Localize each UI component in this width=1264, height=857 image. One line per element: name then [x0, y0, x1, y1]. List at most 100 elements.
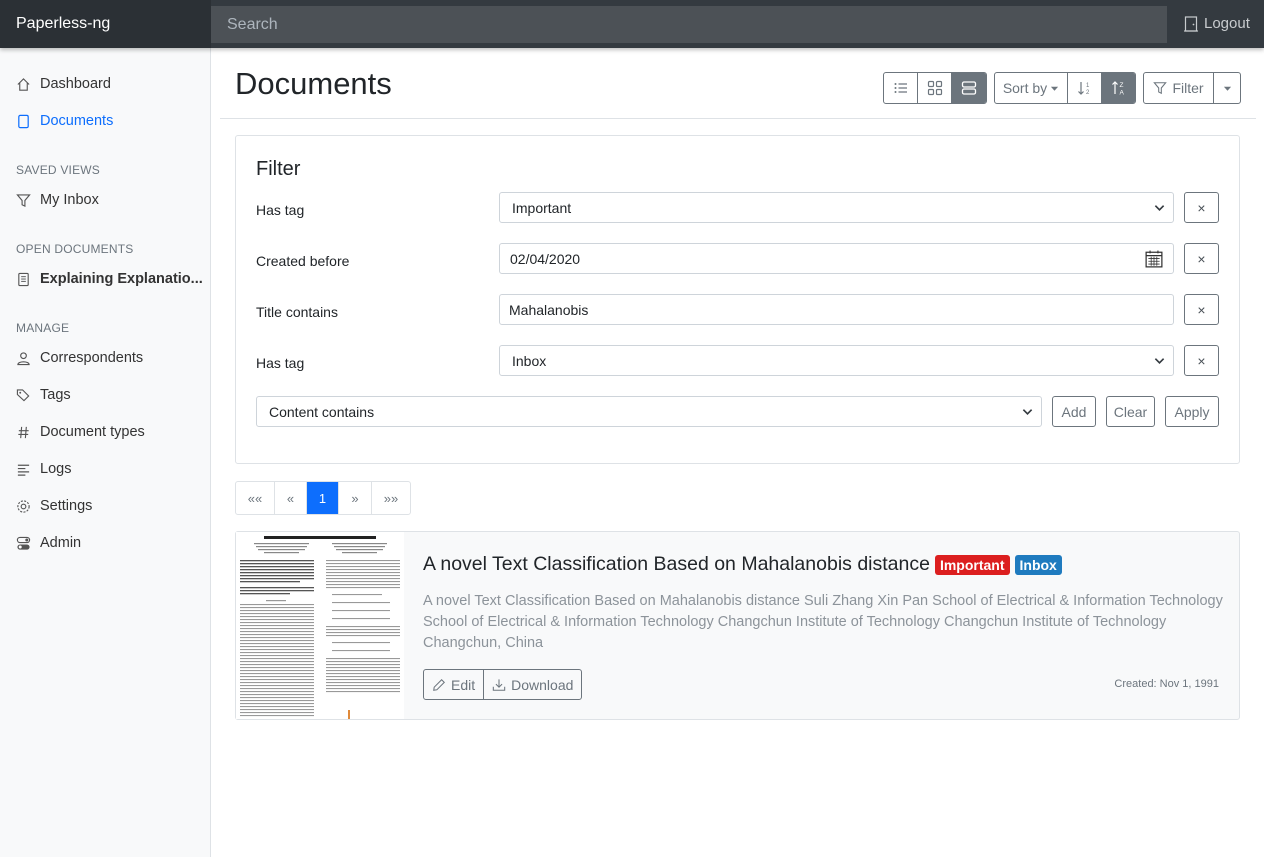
select-value: Content contains — [269, 403, 375, 420]
sort-numeric-down-icon: 12 — [1077, 82, 1090, 96]
remove-rule-button[interactable]: × — [1184, 192, 1219, 223]
sidebar-item-tags[interactable]: Tags — [16, 385, 71, 405]
document-page-thumbnail — [236, 532, 404, 719]
grid-icon — [927, 80, 942, 96]
svg-text:A: A — [1119, 90, 1124, 97]
file-icon — [18, 114, 29, 128]
sort-descending-button[interactable]: ZA — [1102, 73, 1135, 103]
sidebar-item-label: Admin — [40, 535, 82, 551]
filter-label: Filter — [1172, 80, 1204, 96]
gear-icon — [17, 499, 30, 513]
grid-view-button[interactable] — [918, 73, 952, 103]
title-contains-input[interactable]: Mahalanobis — [499, 294, 1174, 325]
sidebar-item-admin[interactable]: Admin — [16, 533, 81, 553]
previous-page-button[interactable]: « — [275, 482, 307, 514]
logout-label: Logout — [1204, 15, 1250, 32]
apply-filter-button[interactable]: Apply — [1165, 396, 1219, 427]
file-text-icon — [18, 272, 29, 286]
top-navbar: Paperless-ng Search Logout — [0, 0, 1264, 48]
download-icon — [492, 678, 506, 691]
pencil-icon — [433, 678, 445, 691]
sidebar-item-label: Tags — [40, 387, 71, 403]
sidebar-item-label: My Inbox — [40, 192, 99, 208]
sidebar-item-dashboard[interactable]: Dashboard — [16, 74, 111, 94]
tags-icon — [16, 388, 30, 401]
filter-title: Filter — [256, 158, 301, 180]
pagination: «« « 1 » »» — [235, 481, 411, 515]
remove-rule-button[interactable]: × — [1184, 345, 1219, 376]
svg-text:1: 1 — [1086, 83, 1090, 89]
rule-label: Has tag — [256, 355, 305, 371]
sidebar-item-label: Documents — [40, 113, 114, 129]
document-title[interactable]: A novel Text Classification Based on Mah… — [423, 553, 930, 576]
sort-by-dropdown[interactable]: Sort by — [995, 73, 1068, 103]
sidebar-item-documents[interactable]: Documents — [16, 111, 113, 131]
tag-badge-inbox[interactable]: Inbox — [1014, 554, 1062, 575]
sidebar-item-my-inbox[interactable]: My Inbox — [16, 190, 99, 210]
page-1-button[interactable]: 1 — [307, 482, 339, 514]
title-divider — [220, 118, 1256, 119]
edit-button[interactable]: Edit — [424, 670, 485, 699]
clear-filter-button[interactable]: Clear — [1106, 396, 1155, 427]
logout-link[interactable]: Logout — [1184, 0, 1250, 48]
sidebar-item-document-types[interactable]: Document types — [16, 422, 145, 442]
filter-menu-dropdown[interactable] — [1214, 73, 1240, 103]
list-icon — [894, 83, 907, 93]
chevron-down-icon — [1154, 205, 1165, 211]
document-thumbnail[interactable] — [236, 532, 404, 719]
chevron-down-icon — [1154, 358, 1165, 364]
edit-label: Edit — [451, 676, 476, 693]
tag-badge-important[interactable]: Important — [934, 554, 1010, 575]
calendar-icon[interactable] — [1145, 250, 1163, 268]
download-button[interactable]: Download — [484, 670, 581, 699]
has-tag-select[interactable]: Important — [499, 192, 1174, 223]
rule-label: Title contains — [256, 304, 338, 320]
caret-down-icon — [1051, 86, 1059, 91]
sort-alpha-up-icon: ZA — [1111, 81, 1124, 97]
sidebar-item-label: Document types — [40, 424, 145, 440]
close-icon: × — [1197, 352, 1206, 369]
filter-toggle-button[interactable]: Filter — [1144, 73, 1214, 103]
caret-down-icon — [1223, 86, 1231, 91]
last-page-button[interactable]: »» — [372, 482, 410, 514]
has-tag-select[interactable]: Inbox — [499, 345, 1174, 376]
details-view-button[interactable] — [952, 73, 986, 103]
search-input[interactable]: Search — [211, 6, 1167, 43]
rule-label: Created before — [256, 253, 350, 269]
sidebar-item-label: Dashboard — [40, 76, 111, 92]
close-icon: × — [1197, 199, 1206, 216]
toggles-icon — [16, 536, 31, 550]
funnel-icon — [16, 193, 31, 207]
sidebar-item-label: Explaining Explanatio... — [40, 271, 203, 287]
remove-rule-button[interactable]: × — [1184, 294, 1219, 325]
created-before-date-input[interactable]: 02/04/2020 — [499, 243, 1174, 274]
sort-ascending-button[interactable]: 12 — [1068, 73, 1102, 103]
next-page-button[interactable]: » — [339, 482, 372, 514]
filter-group: Filter — [1143, 72, 1241, 104]
select-value: Important — [512, 199, 572, 216]
sidebar-item-label: Logs — [40, 461, 72, 477]
svg-text:Z: Z — [1119, 82, 1123, 89]
details-icon — [961, 81, 977, 95]
remove-rule-button[interactable]: × — [1184, 243, 1219, 274]
house-icon — [17, 77, 30, 91]
close-icon: × — [1197, 250, 1206, 267]
created-date: Created: Nov 1, 1991 — [1114, 678, 1219, 690]
door-icon — [1184, 16, 1198, 32]
download-label: Download — [511, 676, 574, 693]
select-value: Inbox — [512, 352, 547, 369]
sidebar-item-settings[interactable]: Settings — [16, 496, 92, 516]
app-brand[interactable]: Paperless-ng — [0, 0, 211, 48]
text-left-icon — [17, 464, 30, 476]
new-rule-type-select[interactable]: Content contains — [256, 396, 1042, 427]
first-page-button[interactable]: «« — [236, 482, 275, 514]
svg-text:2: 2 — [1086, 90, 1090, 96]
sidebar-item-open-document[interactable]: Explaining Explanatio... — [16, 269, 203, 289]
date-value: 02/04/2020 — [510, 250, 581, 267]
sidebar-item-label: Correspondents — [40, 350, 144, 366]
sidebar-item-correspondents[interactable]: Correspondents — [16, 348, 143, 368]
sidebar-item-logs[interactable]: Logs — [16, 459, 71, 479]
list-view-button[interactable] — [884, 73, 918, 103]
document-title-row: A novel Text Classification Based on Mah… — [423, 553, 1062, 576]
add-rule-button[interactable]: Add — [1052, 396, 1096, 427]
